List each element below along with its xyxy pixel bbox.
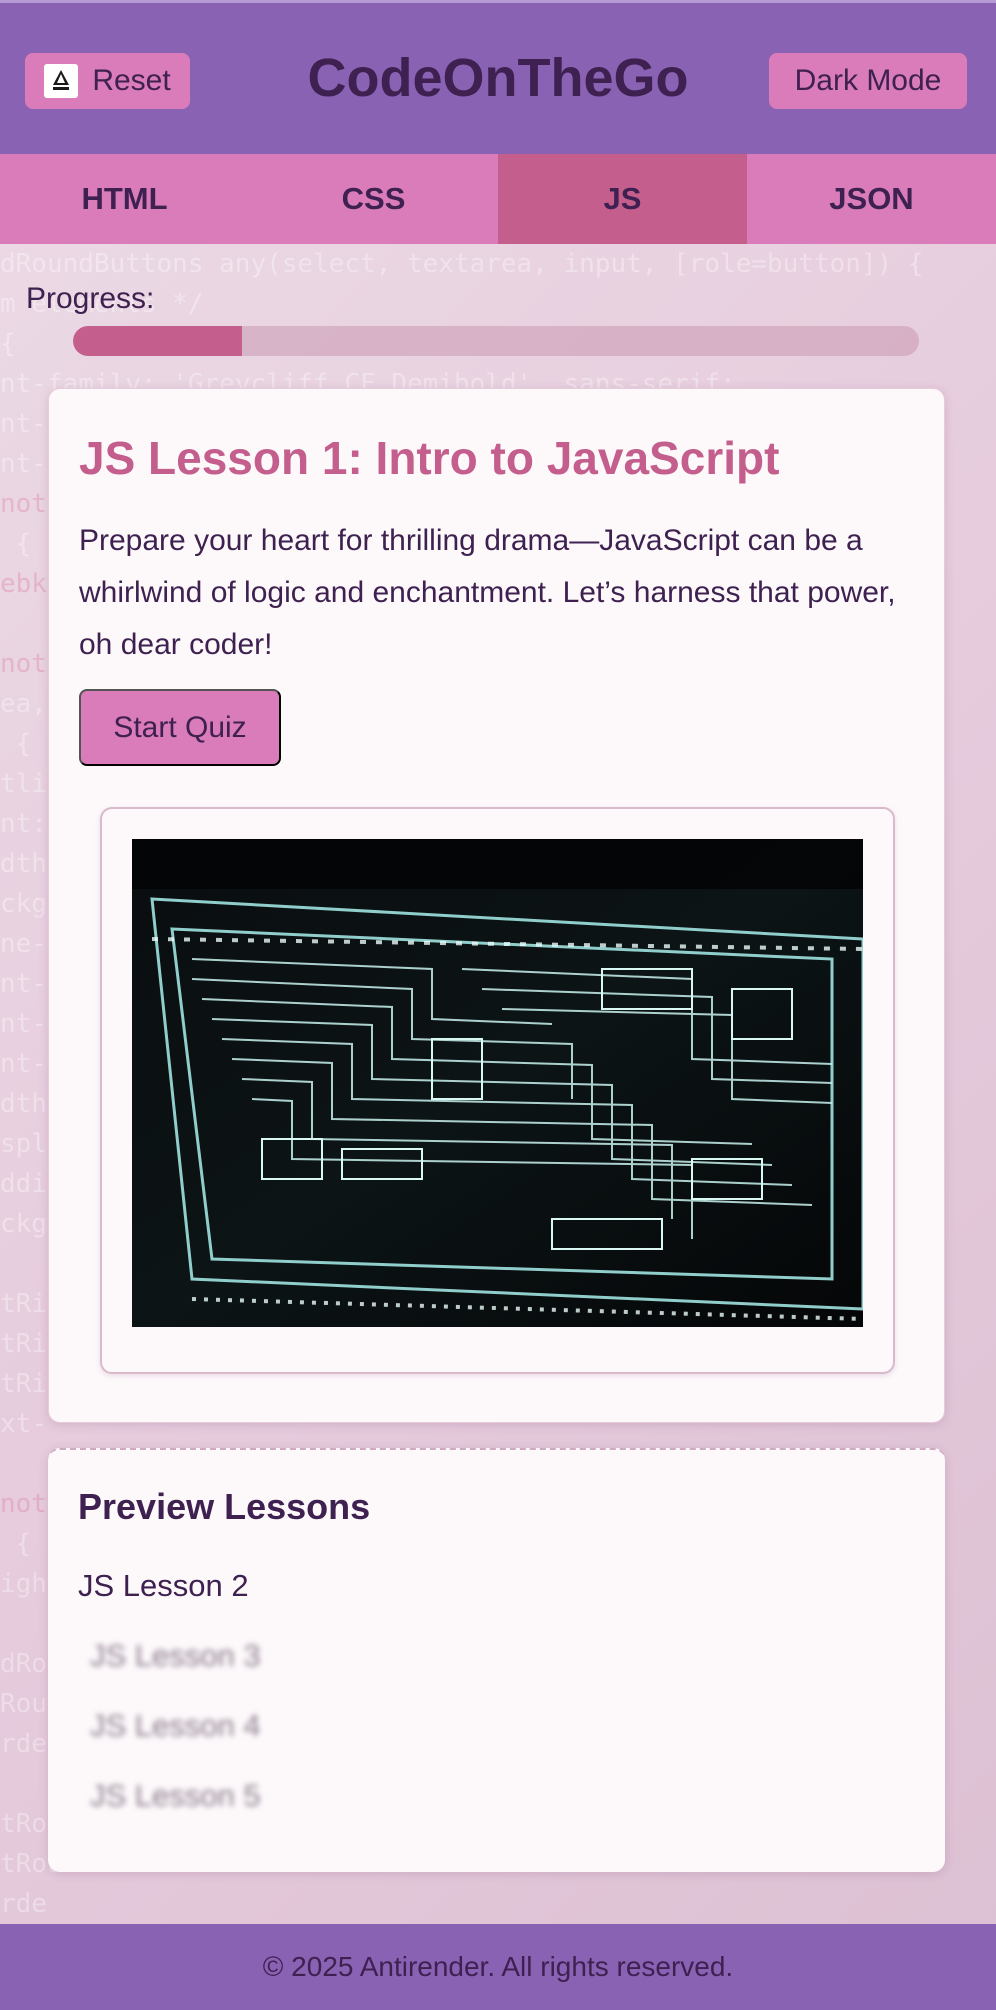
app-header: Reset CodeOnTheGo Dark Mode	[0, 0, 996, 154]
preview-lesson-item-locked: JS Lesson 3	[90, 1638, 261, 1673]
preview-lessons-card: Preview Lessons JS Lesson 2 JS Lesson 3 …	[48, 1448, 945, 1872]
tab-css[interactable]: CSS	[249, 154, 498, 244]
lesson-title: JS Lesson 1: Intro to JavaScript	[79, 432, 780, 484]
preview-lesson-item-locked: JS Lesson 4	[90, 1708, 261, 1743]
reset-button[interactable]: Reset	[25, 53, 190, 109]
language-tabs: HTML CSS JS JSON	[0, 154, 996, 244]
lesson-image-frame	[100, 807, 895, 1374]
tab-js[interactable]: JS	[498, 154, 747, 244]
progress-label: Progress:	[26, 282, 155, 315]
preview-lesson-item-locked: JS Lesson 5	[90, 1778, 261, 1813]
lesson-description: Prepare your heart for thrilling drama—J…	[79, 524, 896, 661]
reset-label: Reset	[92, 64, 171, 97]
footer: © 2025 Antirender. All rights reserved.	[0, 1924, 996, 2010]
start-quiz-button[interactable]: Start Quiz	[79, 689, 281, 766]
preview-lessons-title: Preview Lessons	[78, 1486, 371, 1527]
preview-lesson-item[interactable]: JS Lesson 2	[78, 1568, 249, 1604]
tab-html[interactable]: HTML	[0, 154, 249, 244]
circuit-board-image	[132, 839, 863, 1327]
tab-json[interactable]: JSON	[747, 154, 996, 244]
progress-fill	[73, 326, 243, 356]
dark-mode-button[interactable]: Dark Mode	[769, 53, 967, 109]
progress-bar	[73, 326, 919, 356]
lesson-card: JS Lesson 1: Intro to JavaScript Prepare…	[48, 388, 945, 1423]
logo-icon	[44, 64, 79, 98]
